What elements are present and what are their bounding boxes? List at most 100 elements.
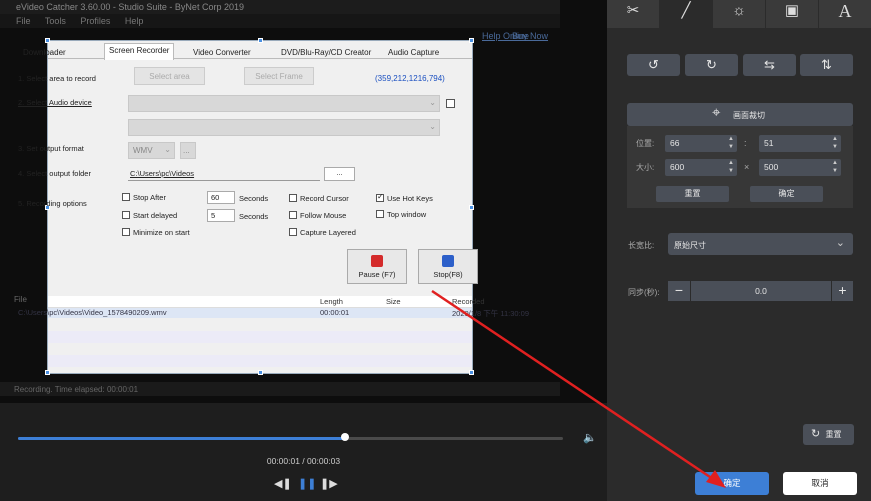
wand-icon[interactable]: ╱ (660, 0, 712, 28)
ok-button[interactable]: 确定 (695, 472, 769, 495)
record-cursor-label: Record Cursor (300, 194, 349, 203)
tab-screen-recorder[interactable]: Screen Recorder (104, 43, 175, 60)
top-window-label: Top window (387, 210, 427, 219)
background-app-title: eVideo Catcher 3.60.00 - Studio Suite - … (0, 0, 560, 14)
chevron-down-icon: ⌄ (835, 237, 845, 249)
start-delayed-input[interactable]: 5 (207, 209, 235, 222)
width-input[interactable]: 600 ▲ ▼ (665, 159, 737, 176)
record-cursor-checkbox[interactable] (289, 194, 297, 202)
edit-tabs: ✂ ╱ ☼ ▣ A (607, 0, 871, 28)
progress-knob[interactable] (341, 433, 349, 441)
next-frame-icon[interactable]: ❚▶ (320, 479, 338, 490)
rotate-buttons: ↺ ↻ ⇆ ⇅ (627, 54, 853, 76)
chevron-down-icon: ⌄ (429, 122, 436, 131)
resize-handle[interactable] (258, 370, 263, 375)
background-app-menu: File Tools Profiles Help (0, 14, 560, 28)
record-icon (371, 255, 383, 267)
step-output-folder-label: 4. Select output folder (18, 169, 91, 178)
row-file: C:\Users\pc\Videos\Video_1578490209.wmv (18, 308, 167, 317)
spinner-icon[interactable]: ▲ ▼ (832, 135, 838, 151)
video-preview: eVideo Catcher 3.60.00 - Studio Suite - … (0, 0, 607, 403)
output-format-select[interactable]: WMV ⌄ (128, 142, 175, 159)
reset-crop-button[interactable]: 重置 (656, 186, 729, 202)
buy-now-link: Buy Now (512, 31, 549, 41)
column-recorded: Recorded (452, 297, 485, 306)
minus-icon[interactable]: − (668, 281, 690, 301)
tab-audio-capture[interactable]: Audio Capture (383, 45, 444, 59)
step-audio-device-label[interactable]: 2. Select Audio device (18, 98, 92, 107)
previous-frame-icon[interactable]: ◀❚ (274, 479, 292, 490)
pos-y-value: 51 (764, 138, 774, 148)
position-separator: : (744, 138, 747, 148)
audio-device-checkbox[interactable] (446, 99, 455, 108)
follow-mouse-label: Follow Mouse (300, 211, 347, 220)
audio-device-select[interactable]: ⌄ (128, 95, 440, 112)
select-area-button[interactable]: Select area (134, 67, 205, 85)
use-hot-keys-checkbox[interactable] (376, 192, 384, 202)
pos-x-input[interactable]: 66 ▲ ▼ (665, 135, 737, 152)
stop-button[interactable]: Stop(F8) (418, 249, 478, 284)
table-row[interactable]: C:\Users\pc\Videos\Video_1578490209.wmv … (18, 308, 529, 318)
tab-downloader[interactable]: Downloader (18, 45, 71, 59)
tab-dvd-creator[interactable]: DVD/Blu-Ray/CD Creator (276, 45, 376, 59)
size-separator: × (744, 162, 750, 172)
select-frame-button[interactable]: Select Frame (244, 67, 314, 85)
plus-icon[interactable]: + (832, 281, 853, 301)
timecode: 00:00:01 / 00:00:03 (266, 456, 341, 466)
menu-item-file: File (16, 16, 31, 26)
resize-handle[interactable] (469, 205, 474, 210)
start-delayed-checkbox[interactable] (122, 211, 130, 219)
flip-vertical-icon[interactable]: ⇅ (800, 54, 853, 76)
format-settings-button[interactable]: ... (180, 142, 196, 159)
row-length: 00:00:01 (320, 308, 350, 317)
flip-horizontal-icon[interactable]: ⇆ (743, 54, 796, 76)
capture-layered-checkbox[interactable] (289, 228, 297, 236)
watermark-icon[interactable]: ▣ (766, 0, 818, 28)
spinner-icon[interactable]: ▲ ▼ (728, 135, 734, 151)
follow-mouse-checkbox[interactable] (289, 211, 297, 219)
recorder-tabbar: Downloader Screen Recorder Video Convert… (23, 43, 472, 60)
stop-after-label: Stop After (133, 193, 166, 202)
chevron-down-icon: ⌄ (429, 98, 436, 107)
background-status: Recording. Time elapsed: 00:00:01 (0, 382, 560, 396)
cancel-button[interactable]: 取消 (783, 472, 857, 495)
spinner-icon[interactable]: ▲ ▼ (832, 159, 838, 175)
tab-video-converter[interactable]: Video Converter (188, 45, 256, 59)
spinner-icon[interactable]: ▲ ▼ (728, 159, 734, 175)
crop-icon: ⌖ (712, 104, 721, 121)
crop-header[interactable]: ⌖ 画面裁切 (627, 103, 853, 126)
capture-window: Downloader Screen Recorder Video Convert… (18, 38, 529, 375)
text-icon[interactable]: A (819, 0, 871, 28)
resize-handle[interactable] (469, 370, 474, 375)
rotate-right-icon[interactable]: ↻ (685, 54, 738, 76)
column-size: Size (386, 297, 401, 306)
step-recording-options-label: 5. Recording options (18, 199, 87, 208)
pause-icon[interactable]: ❚❚ (298, 479, 316, 490)
rotate-left-icon[interactable]: ↺ (627, 54, 680, 76)
resize-handle[interactable] (45, 370, 50, 375)
pos-y-input[interactable]: 51 ▲ ▼ (759, 135, 841, 152)
audio-source-select[interactable]: ⌄ (128, 119, 440, 136)
top-window-checkbox[interactable] (376, 210, 384, 218)
pause-button[interactable]: Pause (F7) (347, 249, 407, 284)
file-list-header: Length Size Recorded (48, 296, 485, 308)
stop-after-checkbox[interactable] (122, 193, 130, 201)
ratio-select[interactable]: 原始尺寸 ⌄ (668, 233, 853, 255)
reset-button[interactable]: ↻ 重置 (803, 424, 854, 445)
height-input[interactable]: 500 ▲ ▼ (759, 159, 841, 176)
browse-folder-button[interactable]: ... (324, 167, 355, 181)
step-select-area-label: 1. Select area to record (18, 74, 96, 83)
progress-track[interactable] (18, 437, 563, 440)
output-folder-value[interactable]: C:\Users\pc\Videos (130, 169, 194, 178)
stop-after-input[interactable]: 60 (207, 191, 235, 204)
crop-settings: 位置: 66 ▲ ▼ : 51 ▲ ▼ 大小: 600 ▲ ▼ × 500 ▲ ▼ 重置 确定 (627, 126, 853, 208)
brightness-icon[interactable]: ☼ (713, 0, 765, 28)
position-label: 位置: (636, 139, 655, 148)
minimize-on-start-checkbox[interactable] (122, 228, 130, 236)
confirm-crop-button[interactable]: 确定 (750, 186, 823, 202)
speaker-icon[interactable]: 🔈 (583, 431, 597, 444)
width-value: 600 (670, 162, 685, 172)
scissors-icon[interactable]: ✂ (607, 0, 659, 28)
reset-button-label: 重置 (825, 430, 842, 439)
sync-input[interactable]: 0.0 (691, 281, 831, 301)
